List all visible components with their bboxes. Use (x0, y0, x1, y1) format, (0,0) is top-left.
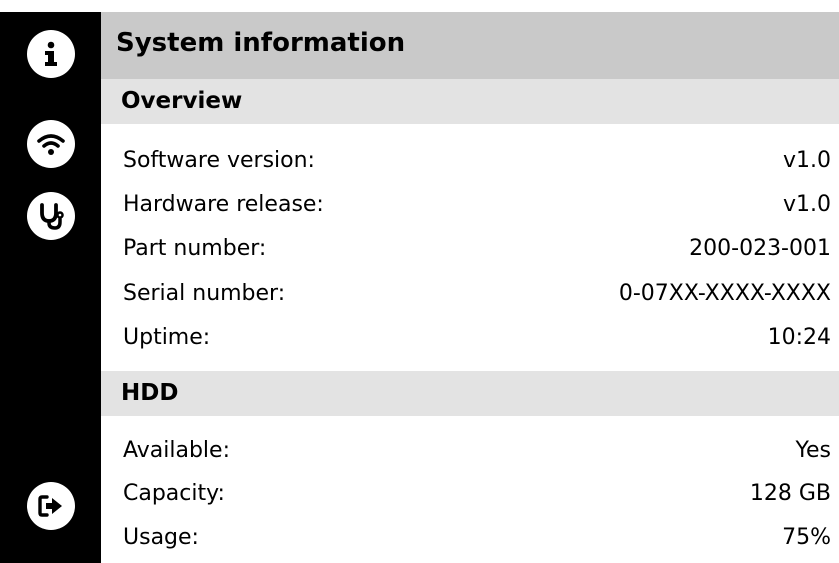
row-value: 75% (782, 525, 831, 550)
section-title: Overview (121, 88, 243, 114)
row-label: Available: (123, 438, 230, 463)
info-row: Serial number: 0-07XX-XXXX-XXXX (101, 273, 839, 317)
row-value: 0-07XX-XXXX-XXXX (618, 281, 831, 306)
row-value: Yes (795, 438, 831, 463)
row-value: 10:24 (767, 325, 831, 350)
info-row: Software version: v1.0 (101, 140, 839, 184)
system-info-screen: System information Overview Software ver… (0, 0, 839, 563)
info-row: Usage: 75% (101, 517, 839, 561)
row-label: Capacity: (123, 481, 225, 506)
sidebar-item-logout[interactable] (27, 482, 75, 530)
sidebar-item-network[interactable] (27, 120, 75, 168)
main-panel: System information Overview Software ver… (101, 12, 839, 563)
info-row: Uptime: 10:24 (101, 317, 839, 361)
title-bar: System information (101, 12, 839, 79)
row-label: Usage: (123, 525, 199, 550)
wifi-icon (35, 128, 67, 160)
row-value: 128 GB (749, 481, 831, 506)
top-border (0, 0, 839, 12)
row-value: v1.0 (782, 192, 831, 217)
sidebar (0, 12, 101, 563)
row-label: Software version: (123, 148, 315, 173)
row-value: 200-023-001 (689, 236, 831, 261)
page-title: System information (116, 28, 406, 58)
row-value: v1.0 (782, 148, 831, 173)
logout-icon (36, 491, 66, 521)
section-header-overview: Overview (101, 79, 839, 124)
section-header-hdd: HDD (101, 371, 839, 416)
info-icon (36, 39, 66, 69)
row-label: Hardware release: (123, 192, 324, 217)
info-row: Capacity: 128 GB (101, 473, 839, 517)
info-row: Part number: 200-023-001 (101, 228, 839, 272)
info-row: Hardware release: v1.0 (101, 184, 839, 228)
row-label: Uptime: (123, 325, 211, 350)
section-title: HDD (121, 380, 179, 406)
stethoscope-icon (35, 200, 67, 232)
row-label: Serial number: (123, 281, 286, 306)
info-row: Available: Yes (101, 430, 839, 474)
sidebar-item-info[interactable] (27, 30, 75, 78)
row-label: Part number: (123, 236, 267, 261)
sidebar-item-diagnostics[interactable] (27, 192, 75, 240)
